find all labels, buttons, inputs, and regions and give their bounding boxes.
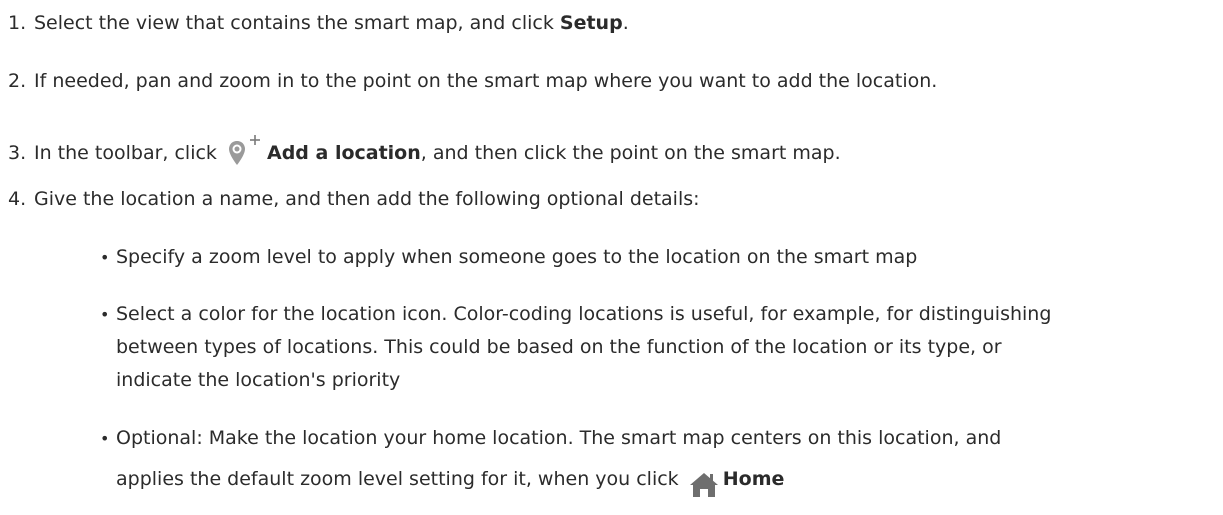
bullet-text: Specify a zoom level to apply when someo…: [116, 246, 918, 268]
bullet-line: Optional: Make the location your home lo…: [116, 427, 1002, 449]
step-number: 2.: [8, 70, 27, 92]
step-text-end: .: [622, 12, 629, 34]
bullet-dot: •: [100, 248, 110, 267]
bullet-line: between types of locations. This could b…: [116, 336, 1002, 358]
bullet-line: applies the default zoom level setting f…: [116, 468, 685, 490]
bullet-item-home-location: • Optional: Make the location your home …: [100, 422, 1215, 498]
instructions-document: 1. Select the view that contains the smar…: [0, 0, 1223, 515]
home-icon: [689, 472, 719, 498]
setup-term: Setup: [559, 12, 623, 34]
bullet-item-color: • Select a color for the location icon. …: [100, 298, 1215, 397]
bullet-line: Select a color for the location icon. Co…: [116, 303, 1052, 325]
bullet-dot: •: [100, 429, 110, 448]
step-1: 1. Select the view that contains the smar…: [8, 10, 629, 36]
step-number: 3.: [8, 142, 27, 164]
bullet-dot: •: [100, 305, 110, 324]
bullet-text: Optional: Make the location your home lo…: [116, 422, 1215, 498]
step-text: Give the location a name, and then add t…: [34, 188, 700, 210]
add-location-icon: [227, 134, 265, 172]
add-location-term: Add a location: [266, 142, 421, 164]
step-text: If needed, pan and zoom in to the point …: [34, 70, 938, 92]
step-number: 4.: [8, 188, 27, 210]
step-text-end: , and then click the point on the smart …: [420, 142, 841, 164]
step-text: Select the view that contains the smart …: [34, 12, 560, 34]
home-term: Home: [722, 468, 785, 490]
bullet-text: Select a color for the location icon. Co…: [116, 298, 1215, 397]
step-4: 4. Give the location a name, and then add…: [8, 186, 700, 212]
bullet-item-zoom-level: • Specify a zoom level to apply when som…: [100, 241, 1215, 274]
step-text: In the toolbar, click: [34, 142, 223, 164]
step-3: 3. In the toolbar, click Add a location, …: [8, 128, 841, 166]
step-2: 2. If needed, pan and zoom in to the poin…: [8, 68, 937, 94]
step-number: 1.: [8, 12, 27, 34]
bullet-line: indicate the location's priority: [116, 369, 401, 391]
